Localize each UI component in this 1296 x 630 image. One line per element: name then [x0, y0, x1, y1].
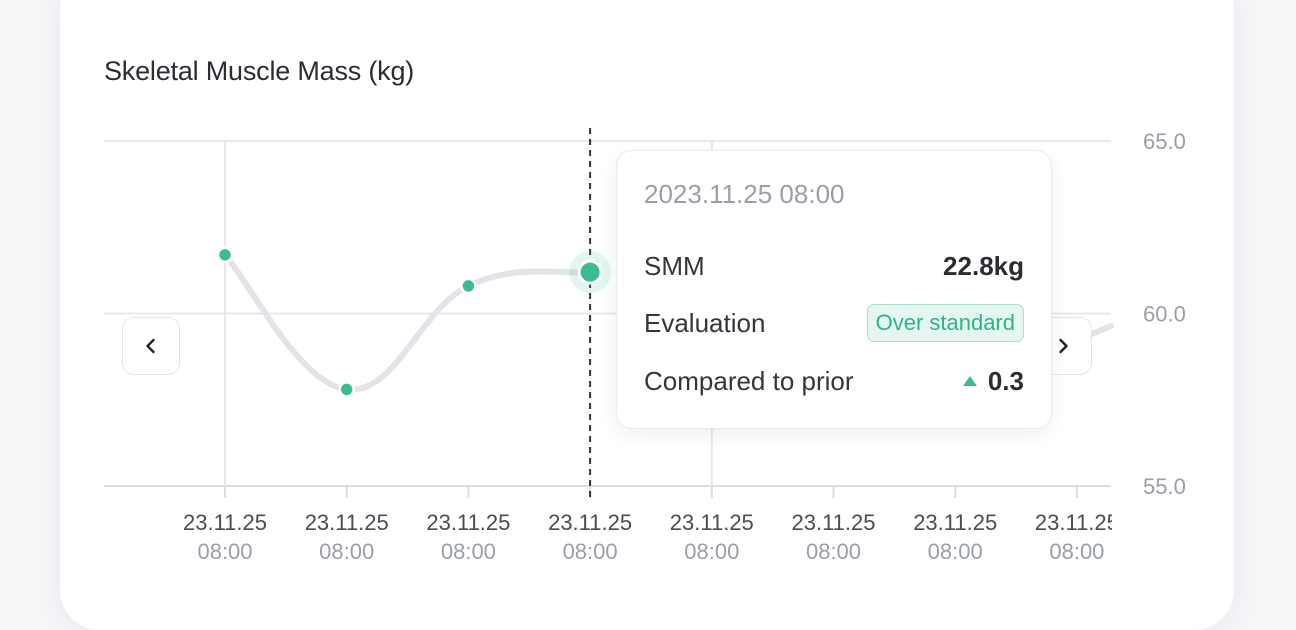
- x-tick-label-time: 08:00: [441, 539, 496, 564]
- x-tick-label-time: 08:00: [197, 539, 252, 564]
- data-point: [216, 246, 234, 264]
- x-axis-labels: 23.11.25 08:00 23.11.25 08:00 23.11.25 08:00 2…: [183, 510, 1119, 564]
- axis-layer: [224, 486, 1078, 498]
- x-tick-label-date: 23.11.25: [426, 510, 510, 535]
- smm-value: 22.8kg: [943, 250, 1024, 281]
- data-tooltip: 2023.11.25 08:00 SMM 22.8kg Evaluation O…: [616, 150, 1052, 429]
- y-tick-label: 60.0: [1143, 302, 1186, 327]
- compare-label: Compared to prior: [644, 365, 854, 396]
- x-tick-label-date: 23.11.25: [183, 510, 267, 535]
- tooltip-row-smm: SMM 22.8kg: [644, 246, 1024, 286]
- x-tick-label-date: 23.11.25: [1035, 510, 1119, 535]
- compare-value: 0.3: [987, 365, 1024, 396]
- x-tick-label-date: 23.11.25: [913, 510, 997, 535]
- status-badge: Over standard: [866, 304, 1024, 342]
- x-tick-label-time: 08:00: [1049, 539, 1104, 564]
- smm-label: SMM: [644, 250, 705, 281]
- triangle-up-icon: [962, 376, 977, 386]
- tooltip-row-evaluation: Evaluation Over standard: [644, 303, 1024, 343]
- x-tick-label-time: 08:00: [806, 539, 861, 564]
- y-tick-label: 65.0: [1143, 129, 1186, 154]
- compare-delta: 0.3: [962, 366, 1024, 397]
- prev-button[interactable]: [122, 317, 180, 375]
- evaluation-label: Evaluation: [644, 307, 766, 338]
- data-point-selected: [577, 259, 603, 285]
- x-tick-label-time: 08:00: [928, 539, 983, 564]
- series-line: [222, 251, 594, 393]
- data-point: [338, 381, 355, 398]
- data-point: [460, 277, 477, 295]
- chevron-right-icon: [1059, 338, 1068, 354]
- x-tick-label-time: 08:00: [563, 539, 618, 564]
- x-tick-label-date: 23.11.25: [670, 510, 754, 535]
- x-tick-label-date: 23.11.25: [548, 510, 632, 535]
- chevron-left-icon: [146, 338, 155, 354]
- x-tick-label-date: 23.11.25: [305, 510, 389, 535]
- x-tick-label-time: 08:00: [319, 539, 374, 564]
- tooltip-date: 2023.11.25 08:00: [644, 179, 845, 209]
- x-tick-label-time: 08:00: [684, 539, 739, 564]
- y-tick-label: 55.0: [1143, 474, 1186, 499]
- tooltip-row-compare: Compared to prior 0.3: [644, 361, 1024, 401]
- x-tick-label-date: 23.11.25: [791, 510, 875, 535]
